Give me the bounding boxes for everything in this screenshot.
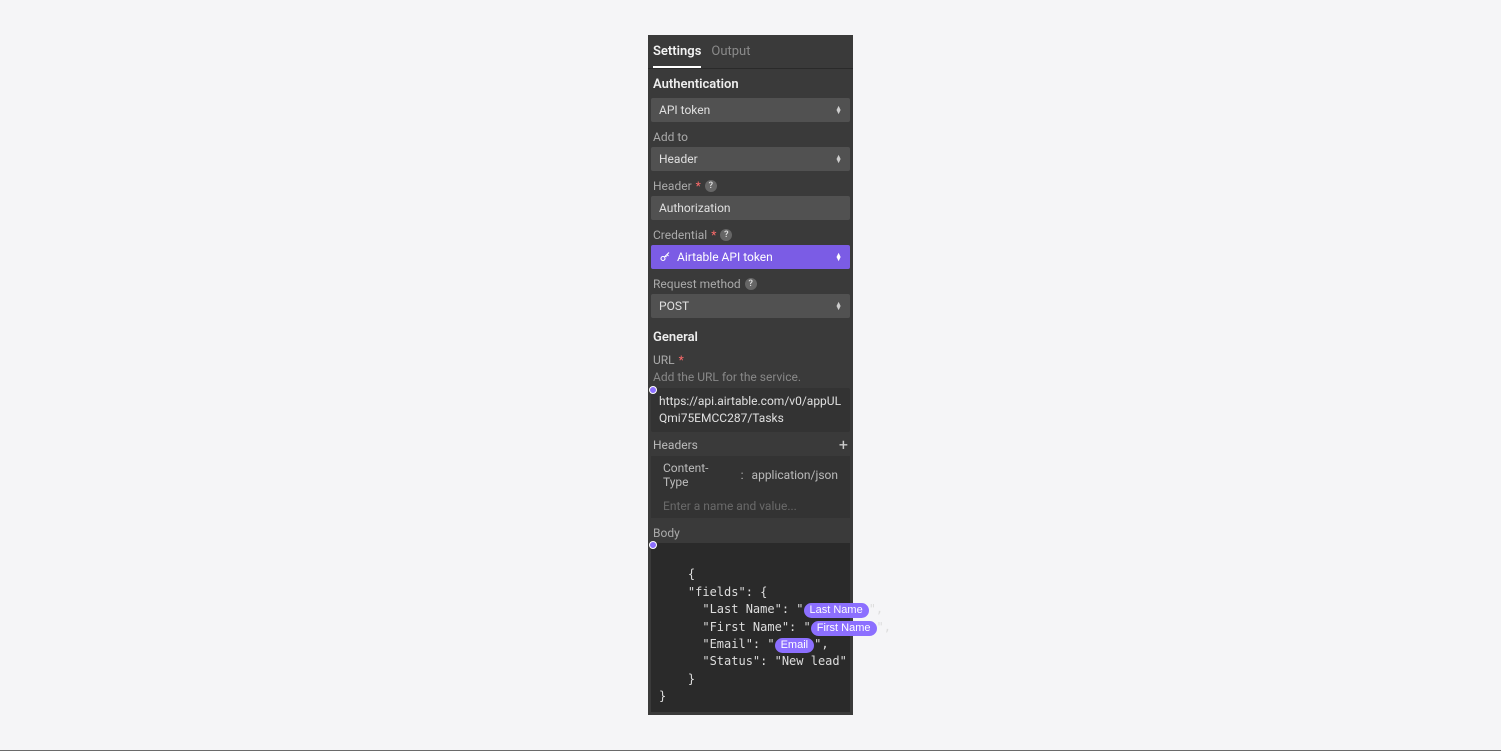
chevron-updown-icon: ▲▼ <box>835 106 842 114</box>
header-key: Content-Type <box>663 461 733 489</box>
body-line: "Last Name": " <box>659 602 804 616</box>
method-value: POST <box>659 299 689 313</box>
required-marker: * <box>679 353 684 367</box>
credential-label: Credential * ? <box>648 220 853 245</box>
token-email[interactable]: Email <box>775 638 815 653</box>
body-line: "First Name": " <box>659 620 811 634</box>
url-label-text: URL <box>653 353 675 367</box>
help-icon[interactable]: ? <box>720 229 732 241</box>
tab-output[interactable]: Output <box>711 35 750 68</box>
key-icon <box>659 251 671 263</box>
url-input[interactable]: https://api.airtable.com/v0/appULQmi75EM… <box>651 388 850 432</box>
required-marker: * <box>711 228 716 242</box>
body-editor[interactable]: { "fields": { "Last Name": "Last Name", … <box>651 543 850 712</box>
body-line: } <box>659 689 666 703</box>
body-line: "Email": " <box>659 637 775 651</box>
credential-label-text: Credential <box>653 228 707 242</box>
headers-label: Headers <box>653 438 698 452</box>
tabs-bar: Settings Output <box>648 35 853 69</box>
body-label: Body <box>648 518 853 543</box>
body-line: ", <box>869 602 883 616</box>
method-select[interactable]: POST ▲▼ <box>651 294 850 318</box>
auth-type-value: API token <box>659 103 710 117</box>
url-hint: Add the URL for the service. <box>648 370 853 388</box>
headers-label-row: Headers + <box>648 432 853 456</box>
token-first-name[interactable]: First Name <box>811 621 877 636</box>
add-to-select[interactable]: Header ▲▼ <box>651 147 850 171</box>
header-input[interactable]: Authorization <box>651 196 850 220</box>
body-line: ", <box>814 637 828 651</box>
required-marker: * <box>696 179 701 193</box>
add-to-label: Add to <box>648 122 853 147</box>
credential-select[interactable]: Airtable API token ▲▼ <box>651 245 850 269</box>
general-section-label: General <box>648 318 853 351</box>
header-label-text: Header <box>653 179 692 193</box>
header-sep: : <box>741 468 744 482</box>
body-line: ", <box>877 620 891 634</box>
help-icon[interactable]: ? <box>705 180 717 192</box>
method-label: Request method ? <box>648 269 853 294</box>
tab-settings[interactable]: Settings <box>653 35 701 68</box>
mapping-dot-icon[interactable] <box>649 386 657 394</box>
body-line: } <box>659 672 695 686</box>
add-header-icon[interactable]: + <box>839 439 848 451</box>
mapping-dot-icon[interactable] <box>649 541 657 549</box>
add-to-value: Header <box>659 152 698 166</box>
auth-type-select[interactable]: API token ▲▼ <box>651 98 850 122</box>
header-row[interactable]: Content-Type : application/json <box>651 456 850 494</box>
body-line: "fields": { <box>659 585 767 599</box>
settings-panel: Settings Output Authentication API token… <box>648 35 853 714</box>
body-line: { <box>688 567 695 581</box>
help-icon[interactable]: ? <box>745 278 757 290</box>
method-label-text: Request method <box>653 277 741 291</box>
token-last-name[interactable]: Last Name <box>804 603 869 618</box>
url-label: URL * <box>648 351 853 370</box>
header-label: Header * ? <box>648 171 853 196</box>
authentication-section-label: Authentication <box>648 69 853 98</box>
url-value: https://api.airtable.com/v0/appULQmi75EM… <box>659 394 841 425</box>
credential-value: Airtable API token <box>677 250 773 264</box>
header-placeholder-row[interactable]: Enter a name and value... <box>651 494 850 518</box>
chevron-updown-icon: ▲▼ <box>835 155 842 163</box>
chevron-updown-icon: ▲▼ <box>835 253 842 261</box>
chevron-updown-icon: ▲▼ <box>835 302 842 310</box>
body-line: "Status": "New lead" <box>659 654 847 668</box>
header-value: application/json <box>752 468 838 482</box>
